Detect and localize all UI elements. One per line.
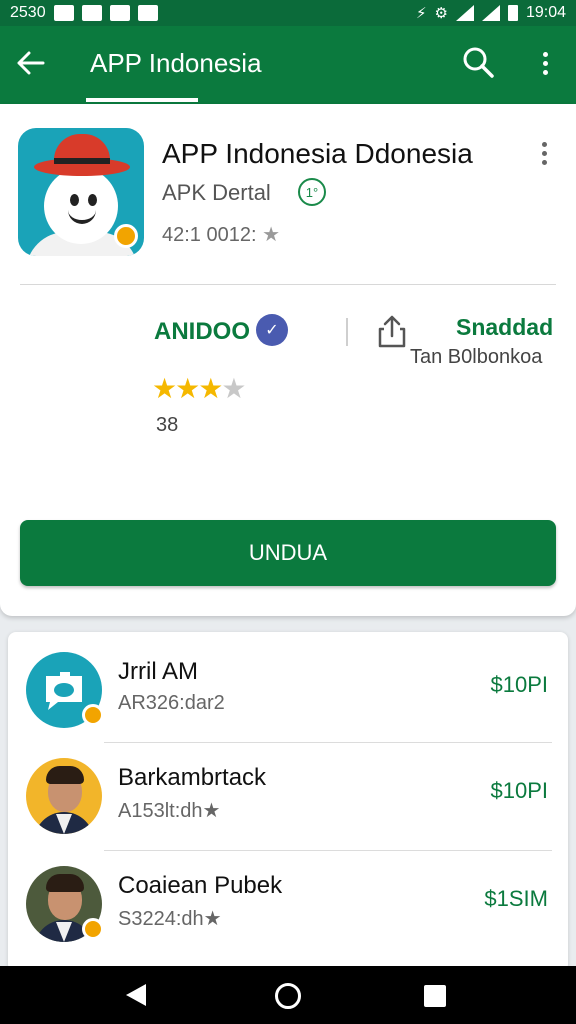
status-left: 2530	[10, 4, 158, 22]
notification-icon	[137, 5, 158, 21]
app-detail-card: APP Indonesia Ddonesia APK Dertal 1° 42:…	[0, 104, 576, 616]
notification-icon	[109, 5, 130, 21]
coin-badge-icon	[82, 704, 104, 726]
back-button[interactable]	[14, 46, 48, 80]
search-button[interactable]	[460, 44, 496, 80]
list-item[interactable]: Coaiean Pubek S3224:dh★ $1SIM	[8, 846, 568, 952]
developer-link[interactable]: ANIDOO	[154, 318, 250, 346]
star-icon: ★	[175, 373, 200, 404]
star-icon: ★	[221, 373, 246, 404]
alarm-icon: ⚙	[434, 4, 448, 22]
list-item[interactable]: Jrril AM AR326:dar2 $10PI	[8, 632, 568, 738]
share-label[interactable]: Snaddad	[456, 314, 553, 341]
share-icon	[378, 315, 406, 348]
arrow-left-icon	[17, 51, 45, 75]
active-tab-indicator	[86, 98, 198, 102]
share-sublabel: Tan B0lbonkoa	[410, 346, 543, 368]
wifi-icon	[455, 5, 474, 21]
status-time-right: 19:04	[525, 4, 566, 21]
list-item-subtitle: S3224:dh★	[118, 908, 222, 930]
more-vert-icon	[541, 141, 547, 147]
star-icon: ★	[152, 373, 177, 404]
age-rating-badge: 1°	[298, 178, 326, 206]
app-name: APP Indonesia Ddonesia	[162, 138, 473, 169]
nav-back-icon[interactable]	[126, 984, 146, 1006]
app-icon[interactable]	[18, 128, 144, 256]
list-item-subtitle: A153lt:dh★	[118, 800, 221, 822]
related-apps-list: Jrril AM AR326:dar2 $10PI Barkambrtack A…	[8, 632, 568, 972]
coin-badge-icon	[114, 224, 138, 248]
card-overflow-button[interactable]	[534, 138, 554, 168]
system-nav-bar	[0, 966, 576, 1024]
app-subtitle: APK Dertal	[162, 180, 271, 205]
notification-icon	[81, 5, 102, 21]
list-item-title: Jrril AM	[118, 658, 198, 685]
share-button[interactable]	[378, 314, 406, 348]
divider	[346, 318, 348, 346]
notification-icon	[53, 5, 74, 21]
coin-badge-icon	[82, 918, 104, 940]
list-item-price: $10PI	[490, 778, 549, 803]
install-button[interactable]: UNDUA	[20, 520, 556, 586]
list-item-title: Barkambrtack	[118, 764, 267, 791]
app-meta: 42:1 0012: ★	[162, 222, 280, 247]
star-icon: ★	[262, 224, 281, 246]
signal-icon	[481, 5, 500, 21]
battery-icon	[507, 5, 518, 21]
rating-count: 38	[156, 414, 179, 436]
app-meta-text: 42:1 0012:	[162, 224, 257, 246]
list-item-price: $10PI	[490, 672, 549, 697]
app-bar: APP Indonesia	[0, 26, 576, 104]
star-icon: ★	[198, 373, 223, 404]
nav-home-icon[interactable]	[275, 983, 301, 1009]
bluetooth-icon: ⚡	[415, 4, 427, 22]
overflow-menu-button[interactable]	[530, 46, 560, 80]
verified-icon: ✓	[256, 314, 288, 346]
list-item[interactable]: Barkambrtack A153lt:dh★ $10PI	[8, 738, 568, 844]
list-item-price: $1SIM	[484, 886, 548, 911]
nav-recents-icon[interactable]	[424, 985, 446, 1007]
page-title: APP Indonesia	[90, 48, 262, 78]
status-time-left: 2530	[10, 4, 46, 21]
person-avatar	[26, 758, 102, 834]
rating-stars: ★★★★	[152, 372, 246, 405]
divider	[20, 284, 556, 285]
status-bar: 2530 ⚡ ⚙ 19:04	[0, 0, 576, 26]
list-item-title: Coaiean Pubek	[118, 872, 283, 899]
search-icon	[463, 47, 494, 78]
more-vert-icon	[542, 51, 548, 57]
status-right: ⚡ ⚙ 19:04	[416, 4, 566, 22]
list-item-subtitle: AR326:dar2	[118, 692, 225, 714]
